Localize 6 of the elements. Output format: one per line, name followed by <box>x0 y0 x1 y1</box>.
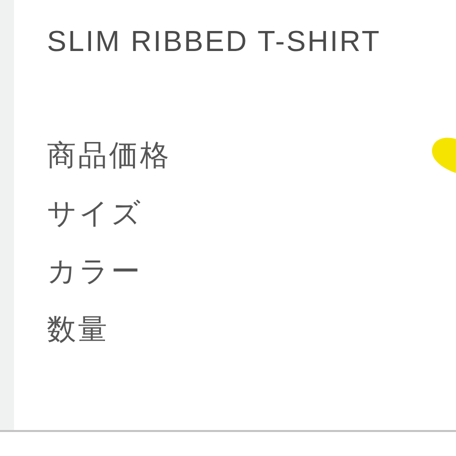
spec-label: カラー <box>47 253 142 290</box>
spec-label: 数量 <box>47 311 109 348</box>
spec-label: サイズ <box>47 195 143 232</box>
product-title: SLIM RIBBED T-SHIRT <box>47 25 382 60</box>
spec-label: 商品価格 <box>47 137 171 174</box>
highlight-mark <box>432 138 456 173</box>
